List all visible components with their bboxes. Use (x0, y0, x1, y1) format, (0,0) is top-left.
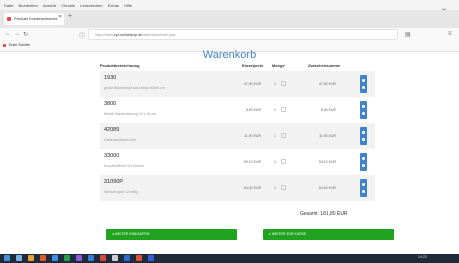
item-unit-price: 47,90 EUR (243, 82, 261, 86)
item-unit-price: 54,00 EUR (243, 186, 261, 190)
menu-bookmarks[interactable]: Lesezeichen (80, 3, 102, 8)
favicon-icon (7, 17, 11, 21)
item-action-button[interactable] (360, 179, 367, 197)
menu-bar: Datei Bearbeiten Ansicht Chronik Lesezei… (0, 0, 459, 10)
folder-icon[interactable] (28, 255, 34, 261)
info-icon: ⓘ (79, 34, 86, 40)
item-desc: Kunststoffkorb mit Deckel (104, 164, 144, 168)
taskbar-app-icon[interactable] (52, 255, 58, 261)
item-code: 42089 (104, 127, 120, 133)
checkout-label: WEITER ZUR KASSE (271, 232, 307, 236)
menu-icon[interactable]: ≡ (448, 31, 452, 37)
reload-icon[interactable]: ↻ (23, 31, 28, 38)
tab-close-icon[interactable]: ✕ (58, 14, 62, 20)
item-subtotal: 54,00 EUR (318, 186, 336, 190)
header-subtotal: Zwischensumme (308, 63, 341, 68)
taskbar-app-icon[interactable] (112, 255, 118, 261)
taskbar-app-icon[interactable] (16, 255, 22, 261)
header-product: Produktbezeichnung (100, 63, 140, 68)
browser-tab[interactable]: Produkt Sonderwünsche (4, 13, 64, 25)
header-unit-price: Einzelpreis (242, 63, 264, 68)
total-label: Gesamt: (300, 211, 319, 217)
taskbar-app-icon[interactable] (124, 255, 130, 261)
menu-view[interactable]: Ansicht (43, 3, 56, 8)
back-icon[interactable]: ← (5, 31, 11, 37)
clock: 14:23 (418, 255, 427, 259)
item-code: 33000 (104, 153, 120, 159)
cart-total: Gesamt: 181,80 EUR (300, 211, 348, 217)
menu-tools[interactable]: Extras (108, 3, 119, 8)
reader-icon[interactable]: ▤ (405, 31, 411, 38)
start-icon[interactable] (4, 255, 10, 261)
qty-stepper[interactable] (281, 159, 286, 164)
item-code: 31090P (104, 179, 123, 185)
item-qty: 1 (274, 108, 276, 112)
taskbar-app-icon[interactable] (64, 255, 70, 261)
item-qty: 1 (274, 134, 276, 138)
qty-stepper[interactable] (281, 107, 286, 112)
firefox-icon[interactable] (40, 255, 46, 261)
forward-icon[interactable]: → (14, 31, 20, 37)
taskbar-app-icon[interactable] (100, 255, 106, 261)
new-tab-icon[interactable]: + (68, 13, 72, 20)
item-action-button[interactable] (360, 153, 367, 171)
item-qty: 1 (274, 186, 276, 190)
item-action-button[interactable] (360, 101, 367, 119)
item-subtotal: 11,90 EUR (319, 134, 336, 138)
item-qty: 1 (274, 82, 276, 86)
menu-edit[interactable]: Bearbeiten (18, 3, 37, 8)
total-value: 181,80 EUR (320, 211, 348, 217)
url-prefix: https://www. (95, 33, 114, 37)
taskbar-app-icon[interactable] (76, 255, 82, 261)
item-code: 3800 (104, 101, 117, 107)
item-subtotal: 59,10 EUR (318, 160, 336, 164)
item-desc: große Blumentopf aus Metall 40x40 cm (104, 86, 165, 90)
menu-help[interactable]: Hilfe (124, 3, 132, 8)
bookmark-first-steps[interactable]: Erste Schritte (9, 43, 30, 47)
checkout-button[interactable]: ▸ WEITER ZUR KASSE (263, 229, 394, 240)
qty-stepper[interactable] (281, 185, 286, 190)
item-desc: Metall Wandhalterung 20 x 15 cm (104, 112, 157, 116)
qty-stepper[interactable] (281, 133, 286, 138)
bookmark-icon (3, 44, 6, 47)
item-desc: Gartenschlauch 20m (104, 138, 137, 142)
item-subtotal: 47,90 EUR (318, 82, 336, 86)
item-unit-price: 59,10 EUR (243, 160, 261, 164)
item-desc: Werkzeugset 12-teilig (104, 190, 138, 194)
qty-stepper[interactable] (281, 81, 286, 86)
header-quantity: Menge (272, 63, 285, 68)
url-path: /warenkorb/index.php (142, 33, 176, 37)
url-bar[interactable]: https://www.xyz-onlineshop.de/warenkorb/… (88, 29, 398, 40)
menu-file[interactable]: Datei (4, 3, 13, 8)
item-unit-price: 11,90 EUR (244, 134, 261, 138)
item-action-button[interactable] (360, 127, 367, 145)
continue-shopping-button[interactable]: ◂ WEITER EINKAUFEN (106, 229, 237, 240)
item-qty: 1 (274, 160, 276, 164)
taskbar-app-icon[interactable] (148, 255, 154, 261)
item-unit-price: 8,90 EUR (245, 108, 261, 112)
menu-history[interactable]: Chronik (61, 3, 75, 8)
item-action-button[interactable] (360, 75, 367, 93)
taskbar-app-icon[interactable] (136, 255, 142, 261)
page-title: Warenkorb (202, 49, 257, 61)
continue-shopping-label: WEITER EINKAUFEN (114, 232, 150, 236)
word-icon[interactable] (88, 255, 94, 261)
item-subtotal: 8,90 EUR (320, 108, 336, 112)
item-code: 1930 (104, 75, 117, 81)
url-host: xyz-onlineshop.de (113, 33, 143, 37)
